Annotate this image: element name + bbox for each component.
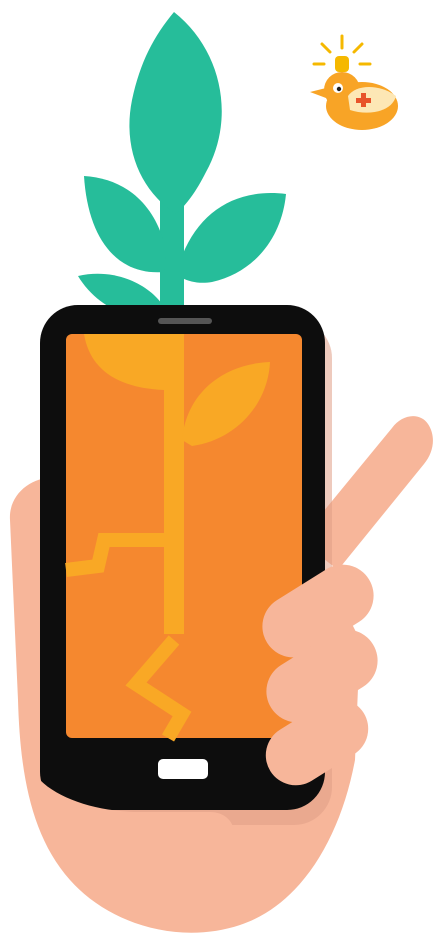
illustration	[9, 12, 433, 933]
medic-bird-icon	[310, 34, 398, 130]
bird-cross-h	[356, 98, 371, 103]
sprout-top-leaf	[129, 12, 222, 214]
screen-overlay-stem	[164, 334, 184, 634]
siren-light	[335, 56, 349, 72]
bird-beak	[310, 88, 326, 98]
sprout-icon	[78, 12, 286, 340]
bird-pupil	[336, 86, 342, 92]
sprout-right-leaf	[182, 193, 286, 283]
phone-speaker	[158, 318, 212, 324]
phone-home-button[interactable]	[158, 759, 208, 779]
